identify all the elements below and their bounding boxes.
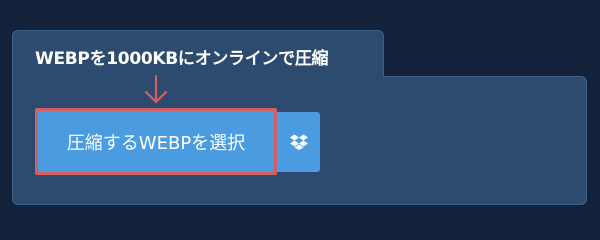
- dropbox-icon: [289, 134, 308, 150]
- dropbox-button[interactable]: [277, 112, 320, 172]
- panel-title: WEBPを1000KBにオンラインで圧縮: [35, 49, 329, 69]
- select-webp-button[interactable]: 圧縮するWEBPを選択: [35, 108, 277, 175]
- arrow-down-icon: [144, 74, 168, 104]
- compress-panel: WEBPを1000KBにオンラインで圧縮 圧縮するWEBPを選択: [0, 0, 600, 230]
- card-seam: [13, 74, 383, 80]
- select-webp-label: 圧縮するWEBPを選択: [66, 132, 246, 154]
